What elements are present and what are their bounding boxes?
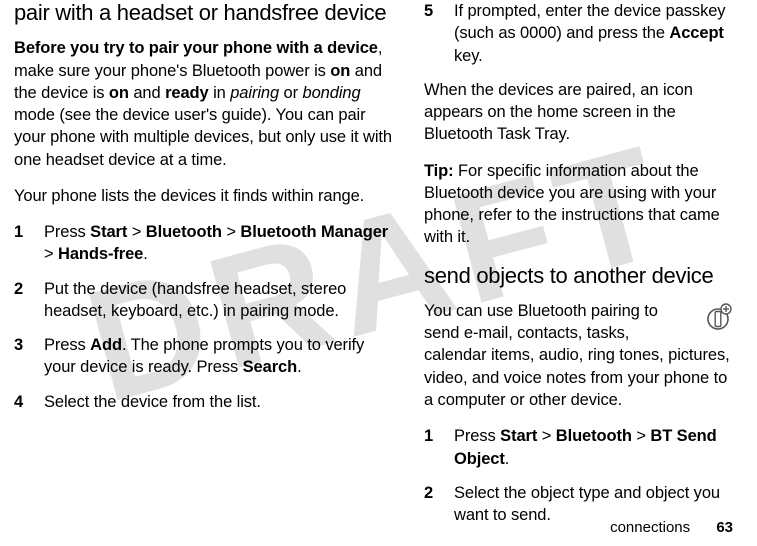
step-body: Press Start > Bluetooth > BT Send Object… — [454, 425, 733, 470]
tip-paragraph: Tip: For specific information about the … — [424, 160, 733, 249]
tip-rest: For specific information about the Bluet… — [424, 162, 720, 247]
steps-right-continue: 5 If prompted, enter the device passkey … — [424, 0, 733, 79]
ready: ready — [165, 84, 209, 102]
t: . — [297, 358, 301, 376]
bluetooth-send-icon — [703, 302, 733, 332]
pairing: pairing — [230, 84, 279, 102]
t: . — [505, 450, 509, 468]
step-2: 2 Put the device (handsfree headset, ste… — [14, 278, 394, 323]
t: or — [279, 84, 302, 102]
section-label: connections — [610, 519, 690, 536]
step-num: 3 — [14, 334, 30, 379]
step-body: Press Add. The phone prompts you to veri… — [44, 334, 394, 379]
step-5: 5 If prompted, enter the device passkey … — [424, 0, 733, 67]
step-num: 4 — [14, 391, 30, 413]
t: > — [632, 427, 651, 445]
cmd-start: Start — [90, 223, 127, 241]
step-3: 3 Press Add. The phone prompts you to ve… — [14, 334, 394, 379]
on1: on — [330, 62, 350, 80]
step-1: 1 Press Start > Bluetooth > Bluetooth Ma… — [14, 221, 394, 266]
para-send-text: You can use Bluetooth pairing to send e-… — [424, 302, 730, 409]
t: Press — [44, 336, 90, 354]
send-step-1: 1 Press Start > Bluetooth > BT Send Obje… — [424, 425, 733, 470]
tip-label: Tip: — [424, 162, 454, 180]
para-send: You can use Bluetooth pairing to send e-… — [424, 300, 733, 411]
step-body: Put the device (handsfree headset, stere… — [44, 278, 394, 323]
step-num: 1 — [424, 425, 440, 470]
cmd-bluetooth: Bluetooth — [146, 223, 222, 241]
page-number: 63 — [716, 519, 733, 536]
intro-paragraph: Before you try to pair your phone with a… — [14, 37, 394, 171]
steps-left: 1 Press Start > Bluetooth > Bluetooth Ma… — [14, 221, 394, 425]
t: Press — [44, 223, 90, 241]
cmd-handsfree: Hands-free — [58, 245, 143, 263]
cmd-start: Start — [500, 427, 537, 445]
step-body: If prompted, enter the device passkey (s… — [454, 0, 733, 67]
t: key. — [454, 47, 483, 65]
t: and — [129, 84, 165, 102]
t: > — [537, 427, 556, 445]
page-footer: connections 63 — [610, 519, 733, 536]
left-column: pair with a headset or handsfree device … — [14, 0, 394, 538]
para-range: Your phone lists the devices it finds wi… — [14, 185, 394, 207]
cmd-bluetooth: Bluetooth — [556, 427, 632, 445]
t: > — [44, 245, 58, 263]
step-num: 1 — [14, 221, 30, 266]
cmd-add: Add — [90, 336, 122, 354]
step-4: 4 Select the device from the list. — [14, 391, 394, 413]
page-content: pair with a headset or handsfree device … — [0, 0, 757, 538]
step-num: 2 — [14, 278, 30, 323]
heading-pair: pair with a headset or handsfree device — [14, 0, 394, 25]
t: > — [127, 223, 146, 241]
right-column: 5 If prompted, enter the device passkey … — [424, 0, 733, 538]
step-num: 2 — [424, 482, 440, 527]
step-body: Press Start > Bluetooth > Bluetooth Mana… — [44, 221, 394, 266]
on2: on — [109, 84, 129, 102]
step-num: 5 — [424, 0, 440, 67]
t: > — [222, 223, 241, 241]
t: Press — [454, 427, 500, 445]
cmd-accept: Accept — [669, 24, 723, 42]
cmd-bt-manager: Bluetooth Manager — [240, 223, 388, 241]
bonding: bonding — [303, 84, 361, 102]
cmd-search: Search — [243, 358, 297, 376]
para-paired: When the devices are paired, an icon app… — [424, 79, 733, 146]
t: in — [209, 84, 231, 102]
t: mode (see the device user's guide). You … — [14, 106, 392, 169]
t: . — [143, 245, 147, 263]
intro-bold: Before you try to pair your phone with a… — [14, 39, 378, 57]
heading-send: send objects to another device — [424, 263, 733, 288]
step-body: Select the device from the list. — [44, 391, 394, 413]
